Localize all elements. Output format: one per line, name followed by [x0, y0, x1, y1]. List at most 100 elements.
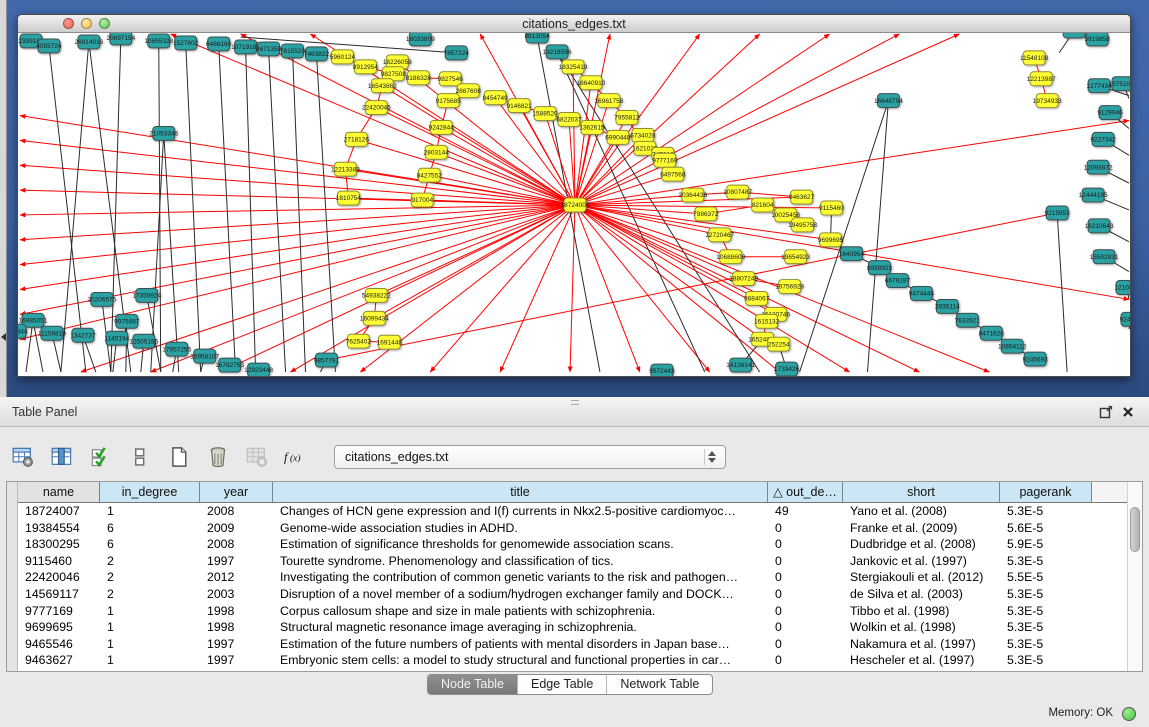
delete-column-icon[interactable]: [205, 444, 231, 470]
graph-node[interactable]: 16033809: [406, 33, 435, 46]
graph-node[interactable]: 21053346: [149, 126, 178, 140]
graph-node[interactable]: 9215953: [1045, 206, 1071, 220]
graph-node[interactable]: 9463627: [789, 190, 815, 204]
graph-node[interactable]: 9857791: [314, 353, 340, 367]
table-row[interactable]: 946554611997Estimation of the future num…: [18, 636, 1126, 653]
graph-node[interactable]: 8427552: [417, 168, 443, 182]
graph-node[interactable]: 1691448: [377, 335, 403, 349]
graph-node[interactable]: 12720467: [705, 228, 734, 242]
graph-node[interactable]: 1210354: [1114, 281, 1130, 295]
graph-node[interactable]: 18807249: [729, 272, 758, 286]
table-row[interactable]: 946362711997Embryonic stem cells: a mode…: [18, 652, 1126, 669]
graph-node[interactable]: 1615132: [754, 314, 780, 328]
column-header-pagerank[interactable]: pagerank: [1000, 482, 1092, 502]
graph-node[interactable]: 18325419: [559, 60, 588, 74]
window-titlebar[interactable]: citations_edges.txt: [18, 15, 1130, 33]
graph-node[interactable]: 8454749: [483, 91, 509, 105]
graph-node[interactable]: 19734933: [1033, 94, 1062, 108]
graph-node[interactable]: 6990448: [605, 130, 631, 144]
graph-node[interactable]: 2803144: [424, 145, 450, 159]
vertical-scrollbar[interactable]: [1127, 482, 1142, 671]
new-column-icon[interactable]: [166, 444, 192, 470]
graph-node[interactable]: 9242844: [429, 120, 455, 134]
graph-node[interactable]: 917004: [411, 193, 433, 207]
graph-node[interactable]: 1043787: [1061, 33, 1087, 38]
graph-node[interactable]: 12505185: [129, 334, 158, 348]
graph-node[interactable]: 15592931: [1090, 250, 1119, 264]
graph-node[interactable]: 8912954: [353, 60, 379, 74]
graph-node[interactable]: 10688609: [716, 250, 745, 264]
graph-node[interactable]: 9245011: [1120, 312, 1130, 326]
graph-node[interactable]: 20206575: [87, 292, 116, 306]
table-settings-icon[interactable]: [10, 444, 36, 470]
panel-resize-grip[interactable]: [571, 400, 579, 405]
graph-node[interactable]: 10807487: [723, 185, 752, 199]
graph-node[interactable]: 7625402: [346, 334, 372, 348]
graph-node[interactable]: 5960124: [330, 50, 356, 64]
table-selector-dropdown[interactable]: citations_edges.txt: [334, 445, 726, 469]
graph-node[interactable]: 9146821: [506, 99, 532, 113]
graph-node[interactable]: 7955812: [614, 111, 640, 125]
graph-node[interactable]: 8813054: [524, 33, 550, 43]
graph-node[interactable]: 9175685: [436, 94, 462, 108]
graph-node[interactable]: 7632621: [955, 313, 981, 327]
graph-node[interactable]: 10655328: [144, 34, 173, 48]
graph-node[interactable]: 7463822: [304, 47, 330, 61]
graph-node[interactable]: 9777169: [652, 153, 678, 167]
graph-node[interactable]: 16961758: [595, 94, 624, 108]
table-row[interactable]: 1830029562008Estimation of significance …: [18, 536, 1126, 553]
graph-node[interactable]: 252254: [768, 337, 790, 351]
graph-node[interactable]: 9474444: [909, 287, 935, 301]
graph-node[interactable]: 16958107: [190, 349, 219, 363]
graph-node[interactable]: 1733426: [774, 362, 800, 376]
graph-node[interactable]: 18724007: [561, 198, 590, 212]
graph-node[interactable]: 6466160: [206, 37, 232, 51]
graph-node[interactable]: 6734028: [630, 128, 656, 142]
graph-node[interactable]: 9699695: [818, 233, 844, 247]
delete-table-icon[interactable]: [244, 444, 270, 470]
graph-node[interactable]: 12213383: [331, 162, 360, 176]
graph-node[interactable]: 12923448: [244, 363, 273, 376]
graph-node[interactable]: 7986372: [693, 207, 719, 221]
column-header-short[interactable]: short: [843, 482, 1000, 502]
graph-node[interactable]: 1145194: [104, 331, 129, 345]
rows-icon[interactable]: [127, 444, 153, 470]
graph-node[interactable]: 19218596: [543, 45, 572, 59]
column-header-year[interactable]: year: [200, 482, 273, 502]
graph-node[interactable]: 19654923: [781, 250, 810, 264]
table-row[interactable]: 2242004622012Investigating the contribut…: [18, 569, 1126, 586]
graph-node[interactable]: 16782753: [215, 358, 244, 372]
column-header-name[interactable]: name: [18, 482, 100, 502]
graph-node[interactable]: 9129946: [1097, 106, 1123, 120]
graph-node[interactable]: 7615520: [280, 44, 306, 58]
graph-node[interactable]: 17359924: [132, 289, 161, 303]
graph-node[interactable]: 16210643: [1085, 219, 1114, 233]
graph-node[interactable]: 1342737: [70, 328, 96, 342]
graph-node[interactable]: 20364436: [678, 188, 707, 202]
graph-node[interactable]: 18640910: [577, 76, 606, 90]
graph-node[interactable]: 20697154: [106, 33, 135, 45]
column-header-indegree[interactable]: in_degree: [100, 482, 200, 502]
column-header-outde[interactable]: △ out_de…: [768, 482, 843, 502]
graph-node[interactable]: 10854112: [998, 339, 1027, 353]
graph-node[interactable]: 19495758: [788, 218, 817, 232]
table-row[interactable]: 1456911722003Disruption of a novel membe…: [18, 586, 1126, 603]
graph-node[interactable]: 1588520: [532, 107, 558, 121]
dropdown-stepper-icon[interactable]: [704, 449, 719, 465]
graph-node[interactable]: 11548108: [1020, 51, 1049, 65]
graph-node[interactable]: 9884067: [744, 291, 770, 305]
graph-node[interactable]: 8471626: [979, 326, 1005, 340]
network-canvas[interactable]: 2339186405572426914016206971541065532815…: [18, 33, 1130, 376]
graph-node[interactable]: 16543862: [368, 79, 397, 93]
graph-node[interactable]: 8938923: [867, 261, 893, 275]
table-row[interactable]: 977716911998Corpus callosum shape and si…: [18, 603, 1126, 620]
graph-node[interactable]: 16648794: [874, 94, 903, 108]
graph-node[interactable]: 1277434: [1086, 79, 1112, 93]
graph-node[interactable]: 9975887: [114, 314, 140, 328]
graph-node[interactable]: 9115460: [819, 201, 844, 215]
graph-node[interactable]: 54938222: [362, 289, 391, 303]
graph-node[interactable]: 11156819: [38, 326, 66, 340]
tab-edge-table[interactable]: Edge Table: [518, 675, 607, 694]
graph-node[interactable]: 4671358: [256, 42, 282, 56]
checkmarks-icon[interactable]: [88, 444, 114, 470]
